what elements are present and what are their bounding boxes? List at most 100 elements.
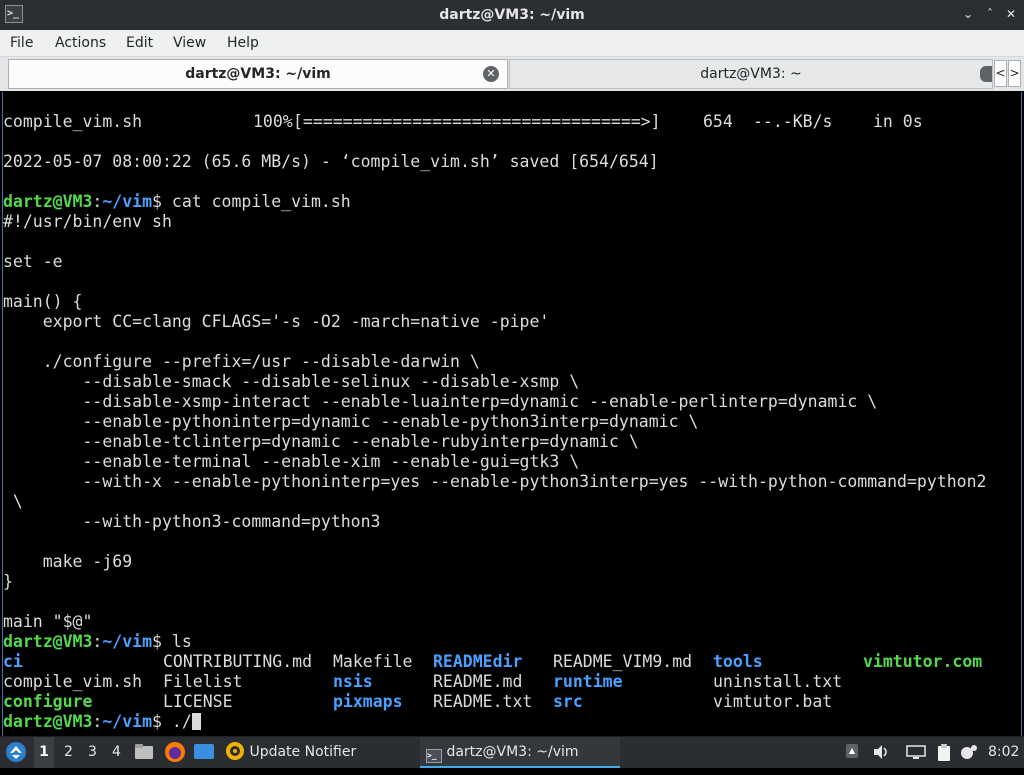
- prompt-line-cat: dartz@VM3:~/vim$ cat compile_vim.sh: [3, 192, 986, 212]
- prompt-symbol: $: [152, 712, 162, 731]
- download-progress-line: compile_vim.sh 100% [===================…: [3, 112, 986, 132]
- tab-vim[interactable]: dartz@VM3: ~/vim ✕: [8, 59, 508, 89]
- tab-label: dartz@VM3: ~: [700, 66, 802, 82]
- close-icon[interactable]: ✕: [1004, 7, 1018, 21]
- workspace-1[interactable]: 1: [34, 737, 54, 768]
- directory-entry: nsis: [333, 672, 373, 691]
- workspace-3[interactable]: 3: [88, 737, 97, 768]
- script-line: #!/usr/bin/env sh: [3, 212, 172, 231]
- directory-entry: src: [553, 692, 583, 711]
- prompt-line-ls: dartz@VM3:~/vim$ ls: [3, 632, 986, 652]
- menu-actions[interactable]: Actions: [55, 30, 106, 56]
- script-line: --enable-tclinterp=dynamic --enable-ruby…: [3, 432, 639, 451]
- ls-row: configure LICENSE pixmaps README.txt src vimt…: [3, 692, 986, 712]
- script-line: export CC=clang CFLAGS='-s -O2 -march=na…: [3, 312, 550, 331]
- task-label: Update Notifier: [249, 744, 357, 760]
- progress-percent: 100%: [253, 112, 293, 131]
- terminal-icon: >_: [426, 749, 442, 763]
- prompt-symbol: $: [152, 632, 162, 651]
- command-text: ls: [161, 632, 192, 651]
- close-tab-icon[interactable]: [980, 66, 992, 82]
- file-entry: compile_vim.sh: [3, 672, 143, 691]
- menu-view[interactable]: View: [173, 30, 206, 56]
- script-line: --disable-smack --disable-selinux --disa…: [3, 372, 580, 391]
- maximize-icon[interactable]: ˆ: [983, 7, 997, 21]
- terminal-view[interactable]: compile_vim.sh 100% [===================…: [2, 92, 1022, 736]
- script-line: main() {: [3, 292, 83, 311]
- prompt-colon: :: [92, 712, 103, 731]
- network-icon[interactable]: [906, 744, 926, 760]
- tab-home[interactable]: dartz@VM3: ~: [509, 59, 993, 89]
- script-line: --with-python3-command=python3: [3, 512, 381, 531]
- script-line: --enable-pythoninterp=dynamic --enable-p…: [3, 412, 699, 431]
- progress-bar: [==================================>]: [293, 112, 661, 131]
- progress-size: 654: [703, 112, 733, 131]
- menu-edit[interactable]: Edit: [126, 30, 153, 56]
- tab-label: dartz@VM3: ~/vim: [185, 66, 331, 82]
- prompt-path: ~/vim: [102, 192, 153, 211]
- start-menu-icon[interactable]: [5, 737, 27, 768]
- file-entry: Filelist: [163, 672, 243, 691]
- file-entry: LICENSE: [163, 692, 233, 711]
- tab-scroll-left-icon[interactable]: <: [994, 60, 1007, 87]
- script-line: \: [3, 492, 23, 511]
- volume-icon[interactable]: [872, 744, 888, 760]
- prompt-symbol: $: [152, 192, 162, 211]
- workspace-2[interactable]: 2: [64, 737, 73, 768]
- title-bar: >_ dartz@VM3: ~/vim ⌄ ˆ ✕: [0, 0, 1024, 30]
- file-entry: README.txt: [433, 692, 533, 711]
- script-line: [3, 332, 986, 352]
- prompt-line-current: dartz@VM3:~/vim$ ./: [3, 712, 986, 732]
- desktop-icon[interactable]: [193, 737, 215, 768]
- notifications-icon[interactable]: [960, 744, 977, 760]
- menu-help[interactable]: Help: [227, 30, 259, 56]
- task-update-notifier[interactable]: Update Notifier: [225, 737, 356, 768]
- prompt-path: ~/vim: [102, 632, 153, 651]
- command-text: cat compile_vim.sh: [161, 192, 351, 211]
- script-line: ./configure --prefix=/usr --disable-darw…: [3, 352, 480, 371]
- text-cursor: [191, 713, 201, 730]
- script-line: [3, 272, 986, 292]
- hidden-icons-arrow-icon[interactable]: ▲: [846, 744, 858, 758]
- file-entry: vimtutor.bat: [713, 692, 833, 711]
- prompt-colon: :: [92, 632, 103, 651]
- menu-file[interactable]: File: [10, 30, 33, 56]
- menu-bar: File Actions Edit View Help: [0, 30, 1024, 57]
- directory-entry: runtime: [553, 672, 623, 691]
- file-entry: vimtutor.com: [863, 652, 983, 671]
- script-line: main "$@": [3, 612, 93, 631]
- script-line: --enable-terminal --enable-xim --enable-…: [3, 452, 580, 471]
- file-entry: uninstall.txt: [713, 672, 843, 691]
- script-line: --disable-xsmp-interact --enable-luainte…: [3, 392, 878, 411]
- current-input: ./: [161, 712, 192, 731]
- task-terminal[interactable]: >_ dartz@VM3: ~/vim: [420, 737, 620, 768]
- prompt-user-host: dartz@VM3: [3, 632, 93, 651]
- minimize-icon[interactable]: ⌄: [961, 7, 975, 21]
- window-title: dartz@VM3: ~/vim: [439, 7, 585, 23]
- script-line: make -j69: [3, 552, 133, 571]
- script-line: }: [3, 572, 13, 591]
- workspace-4[interactable]: 4: [112, 737, 121, 768]
- directory-entry: READMEdir: [433, 652, 523, 671]
- script-line: [3, 592, 986, 612]
- file-entry: README_VIM9.md: [553, 652, 693, 671]
- firefox-icon[interactable]: [164, 737, 186, 768]
- file-manager-icon[interactable]: [134, 737, 154, 768]
- update-notifier-icon: [226, 742, 244, 760]
- saved-line: 2022-05-07 08:00:22 (65.6 MB/s) - ‘compi…: [3, 152, 659, 171]
- file-entry: README.md: [433, 672, 523, 691]
- tab-scroll-right-icon[interactable]: >: [1008, 60, 1021, 87]
- task-label: dartz@VM3: ~/vim: [446, 744, 579, 760]
- clipboard-icon[interactable]: [936, 744, 952, 761]
- file-entry: CONTRIBUTING.md: [163, 652, 313, 671]
- directory-entry: ci: [3, 652, 23, 671]
- close-tab-icon[interactable]: ✕: [483, 66, 499, 82]
- clock[interactable]: 8:02: [988, 737, 1019, 768]
- script-output: #!/usr/bin/env sh set -e main() { export C…: [3, 212, 986, 632]
- prompt-colon: :: [92, 192, 103, 211]
- script-line: [3, 232, 986, 252]
- directory-entry: tools: [713, 652, 763, 671]
- file-entry: configure: [3, 692, 93, 711]
